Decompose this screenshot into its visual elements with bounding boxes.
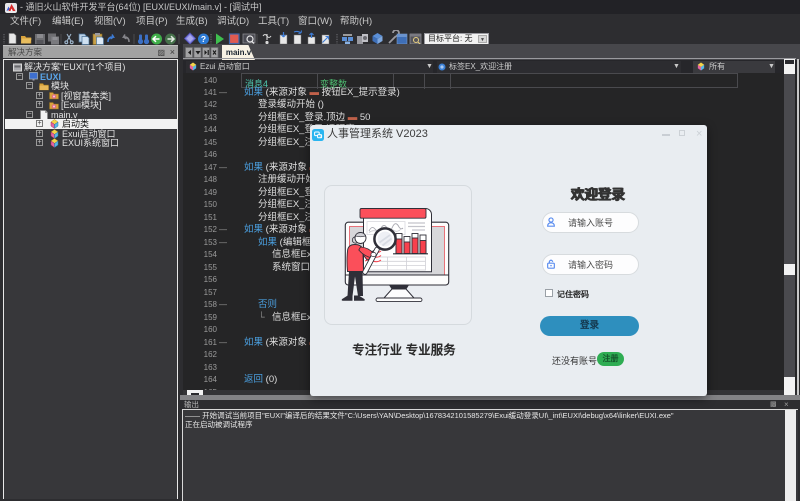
svg-text:?: ? xyxy=(201,34,206,44)
svg-text:B: B xyxy=(320,134,322,138)
